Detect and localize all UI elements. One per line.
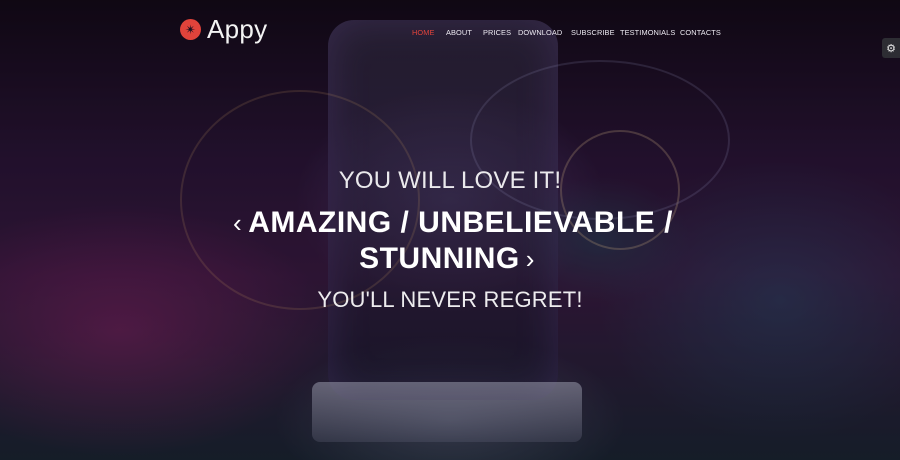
logo[interactable]: ✴ Appy: [180, 14, 267, 45]
nav-item-download[interactable]: DOWNLOAD: [518, 28, 571, 37]
star-badge-icon: ✴: [180, 19, 201, 40]
nav-item-contacts[interactable]: CONTACTS: [680, 28, 721, 37]
nav-item-home[interactable]: HOME: [412, 28, 446, 37]
nav-item-testimonials[interactable]: TESTIMONIALS: [620, 28, 680, 37]
hero-tagline-top: YOU WILL LOVE IT!: [338, 167, 562, 194]
logo-text: Appy: [207, 14, 268, 44]
nav-item-prices[interactable]: PRICES: [483, 28, 518, 37]
gear-icon: ⚙: [886, 42, 896, 55]
headline-text-2: STUNNING: [359, 242, 520, 275]
headline-text-1: AMAZING / UNBELIEVABLE /: [248, 206, 673, 239]
settings-toggle[interactable]: ⚙: [882, 38, 900, 58]
nav-item-about[interactable]: ABOUT: [446, 28, 483, 37]
main-nav: HOME ABOUT PRICES DOWNLOAD SUBSCRIBE TES…: [412, 28, 721, 37]
nav-item-subscribe[interactable]: SUBSCRIBE: [571, 28, 620, 37]
hero-tagline-bottom: YOU'LL NEVER REGRET!: [317, 287, 583, 312]
hero-headline: ‹ AMAZING / UNBELIEVABLE / STUNNING ›: [0, 205, 900, 277]
chevron-left-icon: ‹: [233, 208, 243, 238]
headline-line-2: STUNNING ›: [0, 241, 900, 277]
chevron-right-icon: ›: [525, 244, 535, 274]
headline-line-1: ‹ AMAZING / UNBELIEVABLE /: [0, 205, 900, 241]
